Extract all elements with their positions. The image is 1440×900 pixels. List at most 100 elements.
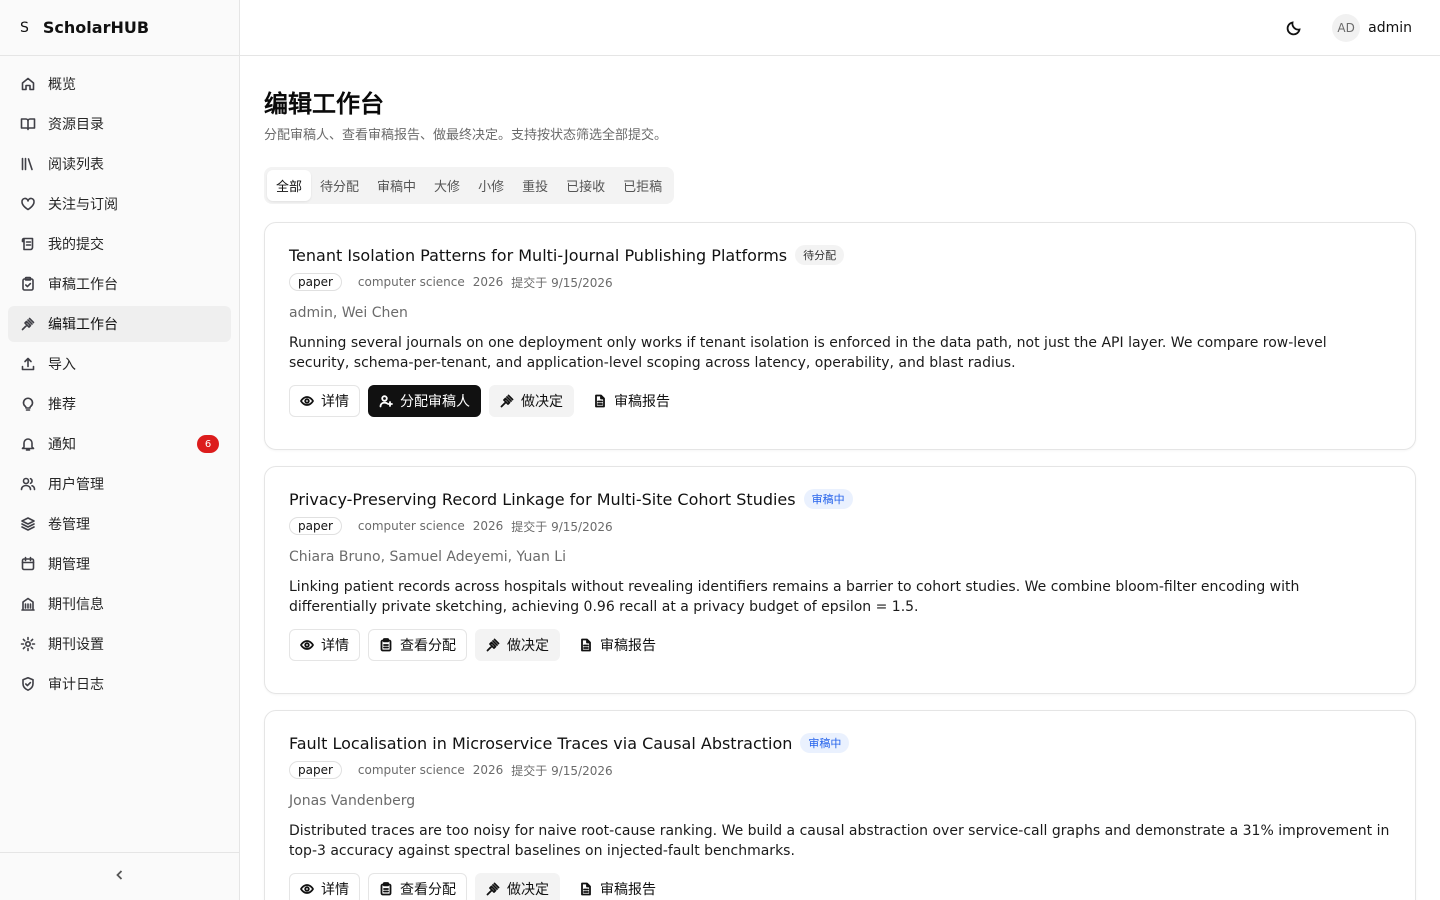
- sidebar-item-issues[interactable]: 期管理: [8, 546, 231, 582]
- sidebar-item-label: 审稿工作台: [48, 277, 118, 293]
- view-assignments-button[interactable]: 查看分配: [368, 873, 467, 900]
- sidebar-item-label: 概览: [48, 77, 76, 93]
- button-label: 做决定: [507, 881, 549, 897]
- button-label: 分配审稿人: [400, 393, 470, 409]
- submission-title: Privacy-Preserving Record Linkage for Mu…: [289, 489, 796, 509]
- authors: Jonas Vandenberg: [289, 793, 416, 809]
- sidebar-item-label: 卷管理: [48, 517, 90, 533]
- user-menu[interactable]: AD admin: [1332, 13, 1412, 42]
- submission-meta: paper computer science 2026 提交于 9/15/202…: [289, 517, 1391, 535]
- page-subtitle: 分配审稿人、查看审稿报告、做最终决定。支持按状态筛选全部提交。: [264, 128, 668, 143]
- brand-name: ScholarHUB: [42, 18, 150, 37]
- tab-in-review[interactable]: 审稿中: [368, 170, 425, 201]
- sidebar-item-users[interactable]: 用户管理: [8, 466, 231, 502]
- card-actions: 详情 分配审稿人 做决定 审稿报告: [289, 385, 1391, 417]
- sidebar-item-label: 期刊信息: [48, 597, 104, 613]
- authors: admin, Wei Chen: [289, 305, 408, 321]
- field-text: computer science: [357, 519, 465, 533]
- tab-resubmit[interactable]: 重投: [513, 170, 557, 201]
- decide-button[interactable]: 做决定: [489, 385, 574, 417]
- sidebar-item-recommend[interactable]: 推荐: [8, 386, 231, 422]
- sidebar-item-label: 推荐: [48, 397, 76, 413]
- decide-button[interactable]: 做决定: [475, 629, 560, 661]
- brand[interactable]: S ScholarHUB: [0, 0, 239, 56]
- details-button[interactable]: 详情: [289, 629, 360, 661]
- submitted-date: 提交于 9/15/2026: [511, 763, 613, 778]
- sidebar-item-volumes[interactable]: 卷管理: [8, 506, 231, 542]
- sidebar-nav: 概览 资源目录 阅读列表 关注与订阅 我的提交 审稿工作台 编辑工作台 导入 推…: [0, 56, 239, 852]
- lightbulb-icon: [20, 396, 36, 412]
- clipboard-icon: [380, 882, 392, 896]
- status-badge: 待分配: [795, 245, 845, 265]
- tab-rejected[interactable]: 已拒稿: [614, 170, 671, 201]
- library-icon: [20, 156, 36, 172]
- button-label: 详情: [321, 881, 349, 897]
- sidebar-item-journal-info[interactable]: 期刊信息: [8, 586, 231, 622]
- status-badge: 审稿中: [800, 733, 850, 753]
- tab-pending[interactable]: 待分配: [311, 170, 368, 201]
- abstract: Linking patient records across hospitals…: [289, 579, 1300, 615]
- review-reports-button[interactable]: 审稿报告: [582, 385, 681, 417]
- sidebar-item-import[interactable]: 导入: [8, 346, 231, 382]
- collapse-sidebar-chevron-left-icon[interactable]: [113, 867, 127, 886]
- details-button[interactable]: 详情: [289, 385, 360, 417]
- sidebar-item-reading-list[interactable]: 阅读列表: [8, 146, 231, 182]
- sidebar-item-audit-log[interactable]: 审计日志: [8, 666, 231, 702]
- sidebar-item-label: 期刊设置: [48, 637, 104, 653]
- topbar: AD admin: [240, 0, 1440, 56]
- assign-reviewer-button[interactable]: 分配审稿人: [368, 385, 481, 417]
- type-badge: paper: [289, 517, 342, 535]
- layers-icon: [20, 516, 36, 532]
- sidebar-item-editor-desk[interactable]: 编辑工作台: [8, 306, 231, 342]
- authors: Chiara Bruno, Samuel Adeyemi, Yuan Li: [289, 549, 566, 565]
- user-plus-icon: [379, 395, 393, 408]
- card-actions: 详情 查看分配 做决定 审稿报告: [289, 629, 1391, 661]
- users-icon: [20, 476, 36, 492]
- review-reports-button[interactable]: 审稿报告: [568, 629, 667, 661]
- sidebar-item-catalog[interactable]: 资源目录: [8, 106, 231, 142]
- tab-minor-revision[interactable]: 小修: [469, 170, 513, 201]
- eye-icon: [300, 884, 314, 894]
- button-label: 详情: [321, 637, 349, 653]
- button-label: 查看分配: [400, 637, 456, 653]
- tab-accepted[interactable]: 已接收: [557, 170, 614, 201]
- submission-meta: paper computer science 2026 提交于 9/15/202…: [289, 273, 1391, 291]
- sidebar-item-journal-settings[interactable]: 期刊设置: [8, 626, 231, 662]
- sidebar-item-review-desk[interactable]: 审稿工作台: [8, 266, 231, 302]
- review-reports-button[interactable]: 审稿报告: [568, 873, 667, 900]
- details-button[interactable]: 详情: [289, 873, 360, 900]
- sidebar: S ScholarHUB 概览 资源目录 阅读列表 关注与订阅 我的提交 审稿工…: [0, 0, 240, 900]
- sidebar-item-label: 关注与订阅: [48, 197, 118, 213]
- notification-count-badge: 6: [197, 435, 219, 453]
- sidebar-item-label: 审计日志: [48, 677, 104, 693]
- sidebar-item-label: 我的提交: [48, 237, 104, 253]
- tab-all[interactable]: 全部: [267, 170, 312, 201]
- button-label: 审稿报告: [600, 881, 656, 897]
- sidebar-item-notifications[interactable]: 通知 6: [8, 426, 231, 462]
- gavel-icon: [486, 882, 500, 896]
- decide-button[interactable]: 做决定: [475, 873, 560, 900]
- submission-card: Privacy-Preserving Record Linkage for Mu…: [264, 466, 1416, 694]
- bell-icon: [20, 436, 36, 452]
- field-text: computer science: [357, 275, 465, 289]
- book-open-icon: [20, 116, 36, 132]
- calendar-icon: [20, 556, 36, 572]
- year-text: 2026: [472, 519, 504, 533]
- sidebar-item-overview[interactable]: 概览: [8, 66, 231, 102]
- building-icon: [20, 596, 36, 612]
- submission-card: Fault Localisation in Microservice Trace…: [264, 710, 1416, 900]
- sidebar-item-follow[interactable]: 关注与订阅: [8, 186, 231, 222]
- button-label: 做决定: [521, 393, 563, 409]
- theme-toggle-moon-icon[interactable]: [1278, 12, 1310, 44]
- upload-icon: [20, 356, 36, 372]
- shield-check-icon: [20, 676, 36, 692]
- sidebar-item-my-submissions[interactable]: 我的提交: [8, 226, 231, 262]
- tab-major-revision[interactable]: 大修: [425, 170, 469, 201]
- sidebar-item-label: 导入: [48, 357, 76, 373]
- file-text-icon: [595, 394, 605, 408]
- button-label: 详情: [321, 393, 349, 409]
- gavel-icon: [486, 638, 500, 652]
- scroll-icon: [20, 236, 36, 252]
- gear-icon: [20, 636, 36, 652]
- view-assignments-button[interactable]: 查看分配: [368, 629, 467, 661]
